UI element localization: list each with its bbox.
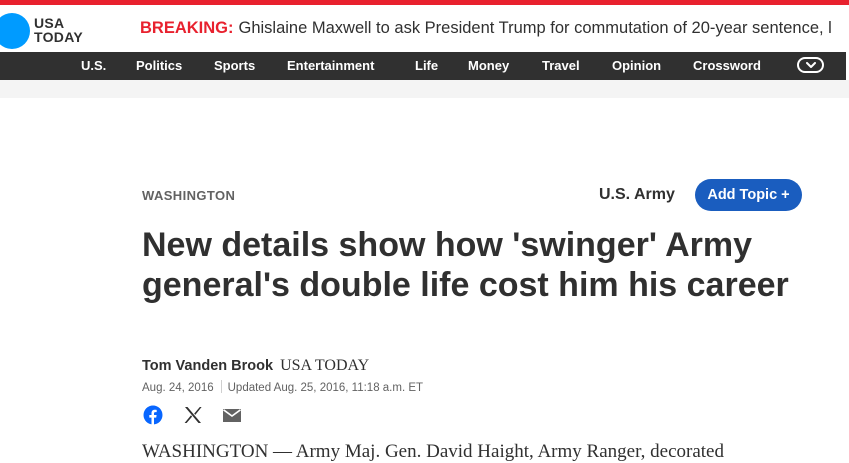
author-name[interactable]: Tom Vanden Brook [142,358,273,374]
nav-item-money[interactable]: Money [468,59,509,73]
byline: Tom Vanden Brook USA TODAY [142,357,369,375]
share-email-button[interactable] [222,405,242,425]
usa-today-logo[interactable]: USA TODAY [0,11,95,49]
logo-circle [0,13,30,49]
logo-line-2: TODAY [34,29,83,45]
logo-line-1: USA [34,15,65,31]
nav-item-sports[interactable]: Sports [214,59,255,73]
nav-item-crossword[interactable]: Crossword [693,59,761,73]
article-dates: Aug. 24, 2016 Updated Aug. 25, 2016, 11:1… [142,380,423,394]
share-x-button[interactable] [183,405,203,425]
add-topic-button[interactable]: Add Topic + [695,179,802,211]
nav-item-travel[interactable]: Travel [542,59,580,73]
date-divider [220,380,222,393]
nav-item-politics[interactable]: Politics [136,59,182,73]
breaking-headline[interactable]: Ghislaine Maxwell to ask President Trump… [239,19,832,37]
email-icon [223,409,241,422]
section-label[interactable]: WASHINGTON [142,188,235,203]
nav-item-entertainment[interactable]: Entertainment [287,59,374,73]
updated-date: Updated Aug. 25, 2016, 11:18 a.m. ET [227,382,424,394]
main-nav: U.S. Politics Sports Entertainment Life … [0,52,849,80]
subnav-bar [0,80,849,98]
nav-more-button[interactable] [797,57,824,73]
published-date: Aug. 24, 2016 [142,382,214,394]
breaking-label: BREAKING: [140,19,234,37]
nav-item-life[interactable]: Life [415,59,438,73]
share-facebook-button[interactable] [143,405,163,425]
publisher-name: USA TODAY [280,357,370,374]
topic-link[interactable]: U.S. Army [599,186,675,204]
headline: New details show how 'swinger' Army gene… [142,226,789,304]
logo-wordmark: USA TODAY [34,16,83,44]
chevron-down-icon [806,62,816,68]
x-icon [184,407,202,423]
article-body-first-line: WASHINGTON — Army Maj. Gen. David Haight… [142,441,724,462]
nav-item-opinion[interactable]: Opinion [612,59,661,73]
nav-item-us[interactable]: U.S. [81,59,106,73]
masthead: USA TODAY BREAKING: Ghislaine Maxwell to … [0,5,849,52]
facebook-icon [143,405,163,425]
breaking-news-ticker[interactable]: BREAKING: Ghislaine Maxwell to ask Presid… [140,18,832,38]
